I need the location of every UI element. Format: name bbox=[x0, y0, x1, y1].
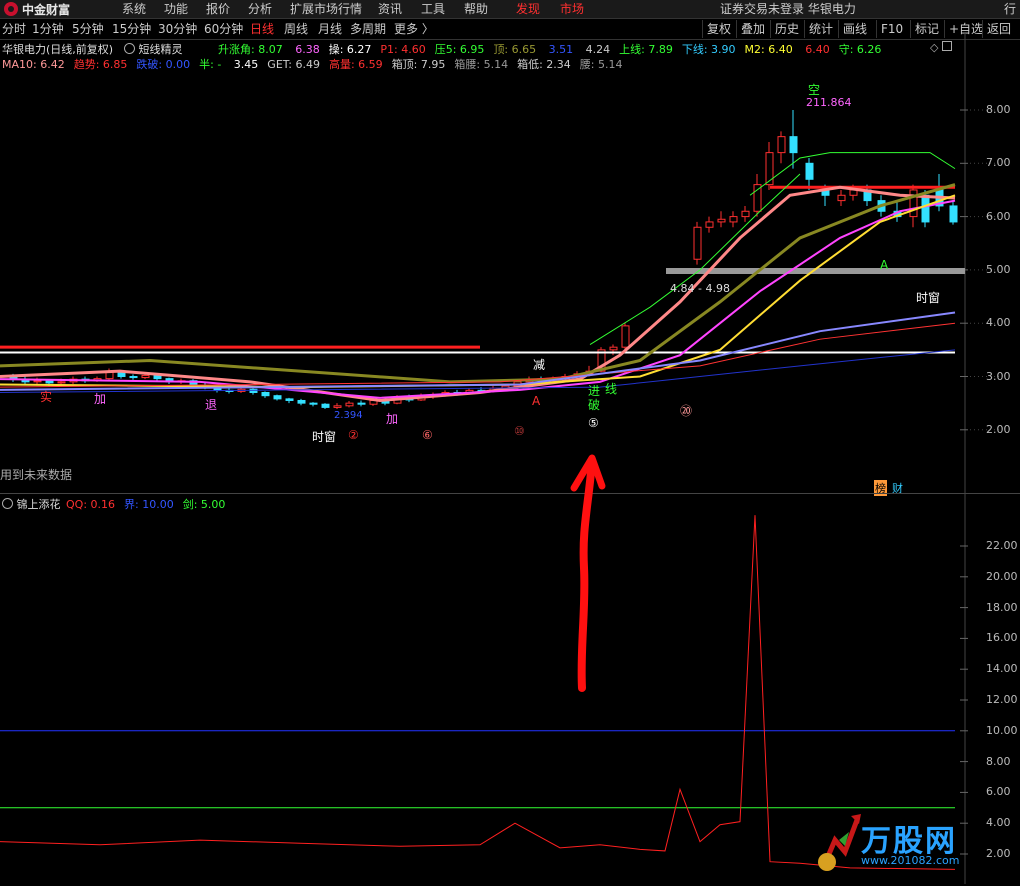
qq-line-red bbox=[0, 515, 956, 870]
candle bbox=[333, 405, 342, 408]
price-tick-1: 7.00 bbox=[986, 156, 1011, 170]
candle bbox=[297, 399, 306, 404]
annotation-circle-6: ⑥ bbox=[422, 428, 433, 442]
logo-text: 中金财富 bbox=[22, 2, 71, 17]
candle bbox=[705, 221, 714, 228]
app-logo: 中金财富 bbox=[0, 0, 108, 18]
price-tick-3: 5.00 bbox=[986, 262, 1011, 276]
menu-discover[interactable]: 发现 bbox=[516, 0, 540, 18]
menu-extended-market[interactable]: 扩展市场行情 bbox=[290, 0, 362, 18]
sub-tick-8: 6.00 bbox=[986, 785, 1011, 799]
menu-tools[interactable]: 工具 bbox=[421, 0, 445, 18]
logo-icon bbox=[4, 2, 18, 16]
candle bbox=[729, 216, 738, 223]
candle bbox=[693, 226, 702, 260]
candle bbox=[285, 398, 294, 401]
menu-quote[interactable]: 报价 bbox=[206, 0, 230, 18]
sub-tick-5: 12.00 bbox=[986, 693, 1018, 706]
annotation-n20: ⑳ bbox=[680, 404, 693, 418]
candle bbox=[753, 184, 762, 212]
watermark-logo-icon bbox=[818, 814, 861, 871]
sub-tick-6: 10.00 bbox=[986, 723, 1018, 737]
menu-news[interactable]: 资讯 bbox=[378, 0, 402, 18]
candle bbox=[949, 205, 958, 223]
sub-tick-7: 8.00 bbox=[986, 754, 1011, 768]
candle bbox=[765, 152, 774, 186]
hand-drawn-arrow bbox=[570, 454, 606, 692]
annotation-a-1: A bbox=[532, 394, 541, 408]
annotation-po: 破 bbox=[588, 398, 601, 412]
annotation-circle-2: ② bbox=[348, 428, 359, 442]
price-tick-6: 2.00 bbox=[986, 422, 1011, 436]
ma-blue-slow bbox=[0, 311, 956, 391]
ma10-line bbox=[0, 185, 956, 402]
price-tick-0: 8.00 bbox=[986, 103, 1011, 116]
menu-system[interactable]: 系统 bbox=[122, 0, 146, 18]
annotation-circle-5: ⑤ bbox=[588, 416, 599, 430]
annotation-xian: 线 bbox=[605, 382, 618, 396]
sub-tick-3: 16.00 bbox=[986, 631, 1018, 645]
sub-tick-4: 14.00 bbox=[986, 662, 1018, 676]
sub-tick-1: 20.00 bbox=[986, 569, 1018, 583]
candle bbox=[273, 395, 282, 400]
candle bbox=[45, 380, 54, 384]
window-menu-button[interactable]: 行 bbox=[1000, 0, 1020, 18]
candle bbox=[345, 402, 354, 407]
kline-chart[interactable] bbox=[0, 33, 1020, 493]
candle bbox=[57, 381, 66, 384]
candle bbox=[33, 380, 42, 383]
ma-yellow bbox=[0, 194, 956, 389]
sub-tick-2: 18.00 bbox=[986, 600, 1018, 614]
menu-market[interactable]: 市场 bbox=[560, 0, 584, 18]
price-tick-2: 6.00 bbox=[986, 209, 1011, 223]
menu-analysis[interactable]: 分析 bbox=[248, 0, 272, 18]
candle bbox=[261, 391, 270, 397]
candle bbox=[837, 194, 846, 202]
candle bbox=[921, 194, 930, 223]
candle bbox=[357, 402, 366, 405]
candle bbox=[609, 346, 618, 351]
candle bbox=[621, 325, 630, 348]
login-status: 证券交易未登录 华银电力 bbox=[720, 2, 856, 16]
annotation-tui: 退 bbox=[205, 398, 218, 412]
annotation-jian: 减 bbox=[533, 358, 546, 372]
annotation-range: 4.84 - 4.98 bbox=[670, 282, 730, 295]
annotation-n10: ⑩ bbox=[514, 424, 525, 438]
annotation-a-2: A bbox=[880, 258, 889, 272]
annotation-shi: 实 bbox=[40, 390, 53, 404]
candle bbox=[141, 374, 150, 379]
candle bbox=[717, 218, 726, 223]
menu-function[interactable]: 功能 bbox=[164, 0, 188, 18]
watermark-url: www.201082.com bbox=[861, 854, 960, 867]
annotation-jia-1: 加 bbox=[94, 392, 107, 406]
annotation-jia-2: 加 bbox=[386, 412, 399, 426]
annotation-time-window-right: 时窗 bbox=[916, 291, 941, 305]
price-tick-5: 3.00 bbox=[986, 369, 1011, 383]
annotation-low-price: 2.394 bbox=[334, 410, 363, 421]
candle bbox=[309, 402, 318, 405]
candle bbox=[321, 403, 330, 408]
candle bbox=[777, 136, 786, 154]
candle bbox=[129, 376, 138, 379]
candle bbox=[909, 189, 918, 218]
candle bbox=[741, 210, 750, 218]
annotation-peak-price: 211.864 bbox=[806, 96, 852, 109]
ma-magenta bbox=[0, 199, 956, 399]
menu-bar: 中金财富 系统 功能 报价 分析 扩展市场行情 资讯 工具 帮助 发现 市场 证… bbox=[0, 0, 1020, 19]
price-tick-4: 4.00 bbox=[986, 316, 1011, 330]
watermark: 万股网 www.201082.com bbox=[815, 810, 1015, 880]
menu-help[interactable]: 帮助 bbox=[464, 0, 488, 18]
candle bbox=[789, 136, 798, 154]
sub-tick-0: 22.00 bbox=[986, 539, 1018, 552]
future-data-note: 用到未来数据 bbox=[0, 468, 73, 482]
annotation-time-window-left: 时窗 bbox=[312, 430, 337, 444]
candle bbox=[805, 162, 814, 180]
